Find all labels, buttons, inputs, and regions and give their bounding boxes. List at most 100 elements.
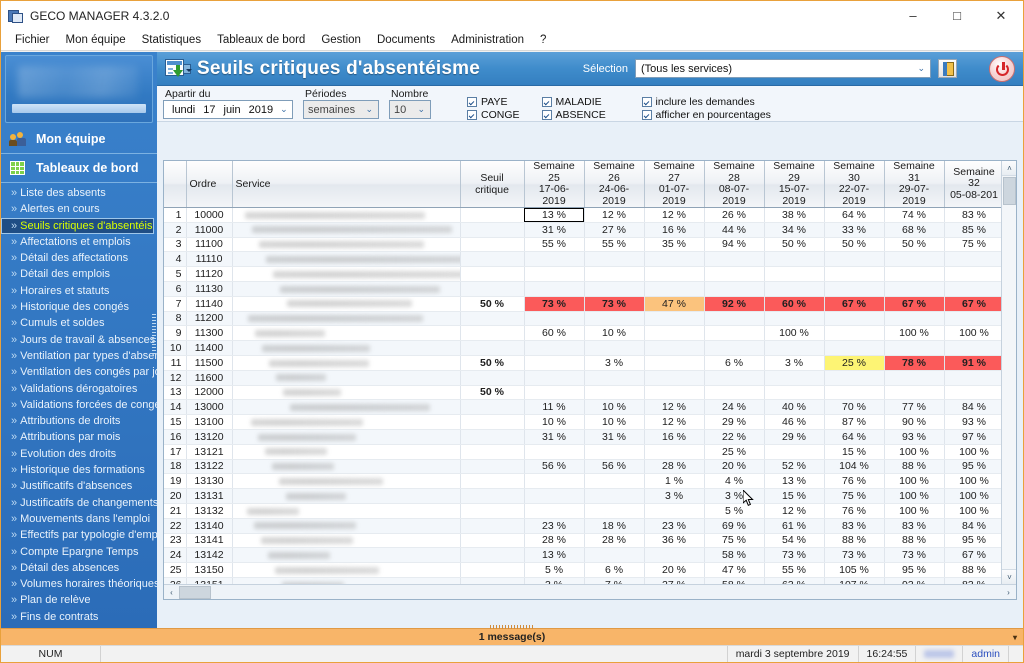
cell-week-1[interactable] — [524, 444, 585, 460]
cell-week-1[interactable]: 3 % — [524, 577, 585, 584]
cell-week-5[interactable]: 52 % — [764, 459, 825, 475]
menu-documents[interactable]: Documents — [369, 32, 443, 48]
cell-week-1[interactable] — [524, 370, 585, 386]
cell-week-3[interactable] — [644, 281, 705, 297]
cell-week-2[interactable] — [584, 473, 645, 490]
cell-week-2[interactable]: 73 % — [584, 296, 645, 312]
table-row[interactable]: 16 13120 31 % 31 % 16 % 22 % 29 % 64 % 93 % 97 % — [164, 429, 1001, 445]
cell-week-5[interactable]: 40 % — [764, 399, 825, 416]
cell-week-5[interactable]: 55 % — [764, 562, 825, 578]
cell-week-6[interactable] — [824, 266, 885, 282]
column-header-week-4[interactable]: Semaine 28 08-07-2019 — [704, 161, 765, 208]
cell-week-8[interactable]: 91 % — [944, 355, 1001, 371]
cell-week-3[interactable]: 16 % — [644, 222, 705, 238]
cell-week-6[interactable]: 105 % — [824, 562, 885, 578]
horizontal-scrollbar[interactable]: ‹ › — [164, 584, 1016, 599]
cell-week-4[interactable] — [704, 311, 765, 327]
cell-week-7[interactable]: 93 % — [884, 429, 945, 445]
cell-week-5[interactable]: 29 % — [764, 429, 825, 445]
table-row[interactable]: 11 11500 50 % 3 % 6 % 3 % 25 % 78 % 91 % — [164, 355, 1001, 371]
table-row[interactable]: 2613151 3 %7 %27 %58 %63 %107 %93 %83 % — [164, 577, 1001, 584]
cell-week-1[interactable] — [524, 503, 585, 519]
column-header-week-3[interactable]: Semaine 27 01-07-2019 — [644, 161, 705, 208]
count-select[interactable]: 10 ⌄ — [389, 100, 431, 119]
cell-week-3[interactable] — [644, 444, 705, 460]
checkbox-conge[interactable]: CONGE — [467, 108, 520, 121]
cell-week-3[interactable]: 1 % — [644, 473, 705, 490]
table-row[interactable]: 6 11130 — [164, 281, 1001, 297]
cell-week-4[interactable] — [704, 385, 765, 401]
vertical-scrollbar[interactable]: ˄ ˅ — [1001, 161, 1016, 584]
close-button[interactable]: ✕ — [979, 1, 1023, 30]
cell-week-2[interactable]: 28 % — [584, 533, 645, 549]
cell-week-8[interactable]: 100 % — [944, 503, 1001, 519]
cell-week-6[interactable]: 76 % — [824, 503, 885, 519]
cell-week-4[interactable] — [704, 266, 765, 282]
sidebar-item-effectifs-par-typologie-d-emploi[interactable]: » Effectifs par typologie d'emploi — [1, 527, 157, 543]
table-row[interactable]: 10 11400 — [164, 340, 1001, 356]
cell-week-3[interactable]: 12 % — [644, 414, 705, 430]
cell-week-7[interactable]: 88 % — [884, 459, 945, 475]
cell-week-6[interactable]: 25 % — [824, 355, 885, 371]
scroll-down-button[interactable]: ˅ — [1002, 569, 1016, 584]
cell-week-5[interactable]: 12 % — [764, 503, 825, 519]
cell-week-7[interactable]: 68 % — [884, 222, 945, 238]
cell-week-4[interactable]: 29 % — [704, 414, 765, 430]
sidebar-item-horaires-et-statuts[interactable]: » Horaires et statuts — [1, 283, 157, 299]
cell-week-8[interactable]: 95 % — [944, 459, 1001, 475]
cell-week-5[interactable]: 38 % — [764, 207, 825, 223]
periods-select[interactable]: semaines ⌄ — [303, 100, 379, 119]
table-row[interactable]: 19 13130 1 % 4 % 13 % 76 % 100 % 100 % — [164, 473, 1001, 490]
cell-week-4[interactable]: 22 % — [704, 429, 765, 445]
cell-week-2[interactable]: 55 % — [584, 237, 645, 253]
cell-week-5[interactable]: 50 % — [764, 237, 825, 253]
cell-week-2[interactable]: 27 % — [584, 222, 645, 238]
cell-week-7[interactable]: 83 % — [884, 518, 945, 534]
cell-week-7[interactable]: 95 % — [884, 562, 945, 578]
cell-week-6[interactable]: 107 % — [824, 577, 885, 584]
cell-week-4[interactable]: 26 % — [704, 207, 765, 223]
table-row[interactable]: 22 13140 23 % 18 % 23 % 69 % 61 % 83 % 83 % 84 % — [164, 518, 1001, 534]
menu-statistiques[interactable]: Statistiques — [134, 32, 209, 48]
cell-week-1[interactable]: 5 % — [524, 562, 585, 578]
cell-week-5[interactable]: 13 % — [764, 473, 825, 490]
cell-week-4[interactable]: 5 % — [704, 503, 765, 519]
sidebar-item-validations-d-rogatoires[interactable]: » Validations dérogatoires — [1, 381, 157, 397]
cell-week-4[interactable]: 94 % — [704, 237, 765, 253]
table-row[interactable]: 3 11100 55 % 55 % 35 % 94 % 50 % 50 % 50 % 75 % — [164, 237, 1001, 253]
table-row[interactable]: 1 10000 13 % 12 % 12 % 26 % 38 % 64 % 74 % 83 % — [164, 207, 1001, 223]
cell-week-1[interactable] — [524, 251, 585, 268]
table-row[interactable]: 8 11200 — [164, 311, 1001, 327]
address-book-icon[interactable] — [938, 59, 957, 78]
menu-mon-equipe[interactable]: Mon équipe — [58, 32, 134, 48]
chevron-down-icon[interactable]: ▾ — [1013, 633, 1017, 642]
checkbox-icon[interactable] — [541, 96, 552, 107]
sidebar-item-d-tail-des-absences[interactable]: » Détail des absences — [1, 560, 157, 576]
cell-week-6[interactable]: 76 % — [824, 473, 885, 490]
cell-week-4[interactable]: 4 % — [704, 473, 765, 490]
cell-week-2[interactable]: 12 % — [584, 207, 645, 223]
cell-week-8[interactable]: 88 % — [944, 562, 1001, 578]
cell-week-7[interactable]: 90 % — [884, 414, 945, 430]
cell-week-5[interactable]: 63 % — [764, 577, 825, 584]
cell-week-3[interactable]: 47 % — [644, 296, 705, 312]
cell-week-3[interactable]: 23 % — [644, 518, 705, 534]
selection-dropdown[interactable]: (Tous les services) ⌄ — [635, 59, 931, 78]
cell-week-3[interactable] — [644, 355, 705, 371]
checkbox-icon[interactable] — [541, 109, 552, 120]
cell-week-7[interactable]: 73 % — [884, 547, 945, 564]
sidebar-item-historique-des-cong-s[interactable]: » Historique des congés — [1, 299, 157, 315]
cell-week-4[interactable] — [704, 281, 765, 297]
cell-week-1[interactable] — [524, 266, 585, 282]
message-bar[interactable]: 1 message(s) ▾ — [1, 625, 1023, 645]
cell-week-5[interactable] — [764, 266, 825, 282]
cell-week-1[interactable] — [524, 311, 585, 327]
horizontal-scroll-thumb[interactable] — [179, 586, 211, 599]
cell-week-4[interactable] — [704, 325, 765, 342]
sidebar-item-jours-de-travail-absences[interactable]: » Jours de travail & absences — [1, 332, 157, 348]
table-row[interactable]: 17 13121 25 % 15 % 100 % 100 % — [164, 444, 1001, 460]
table-row[interactable]: 4 11110 — [164, 251, 1001, 268]
cell-week-2[interactable]: 10 % — [584, 325, 645, 342]
cell-week-6[interactable]: 70 % — [824, 399, 885, 416]
cell-week-7[interactable]: 100 % — [884, 444, 945, 460]
